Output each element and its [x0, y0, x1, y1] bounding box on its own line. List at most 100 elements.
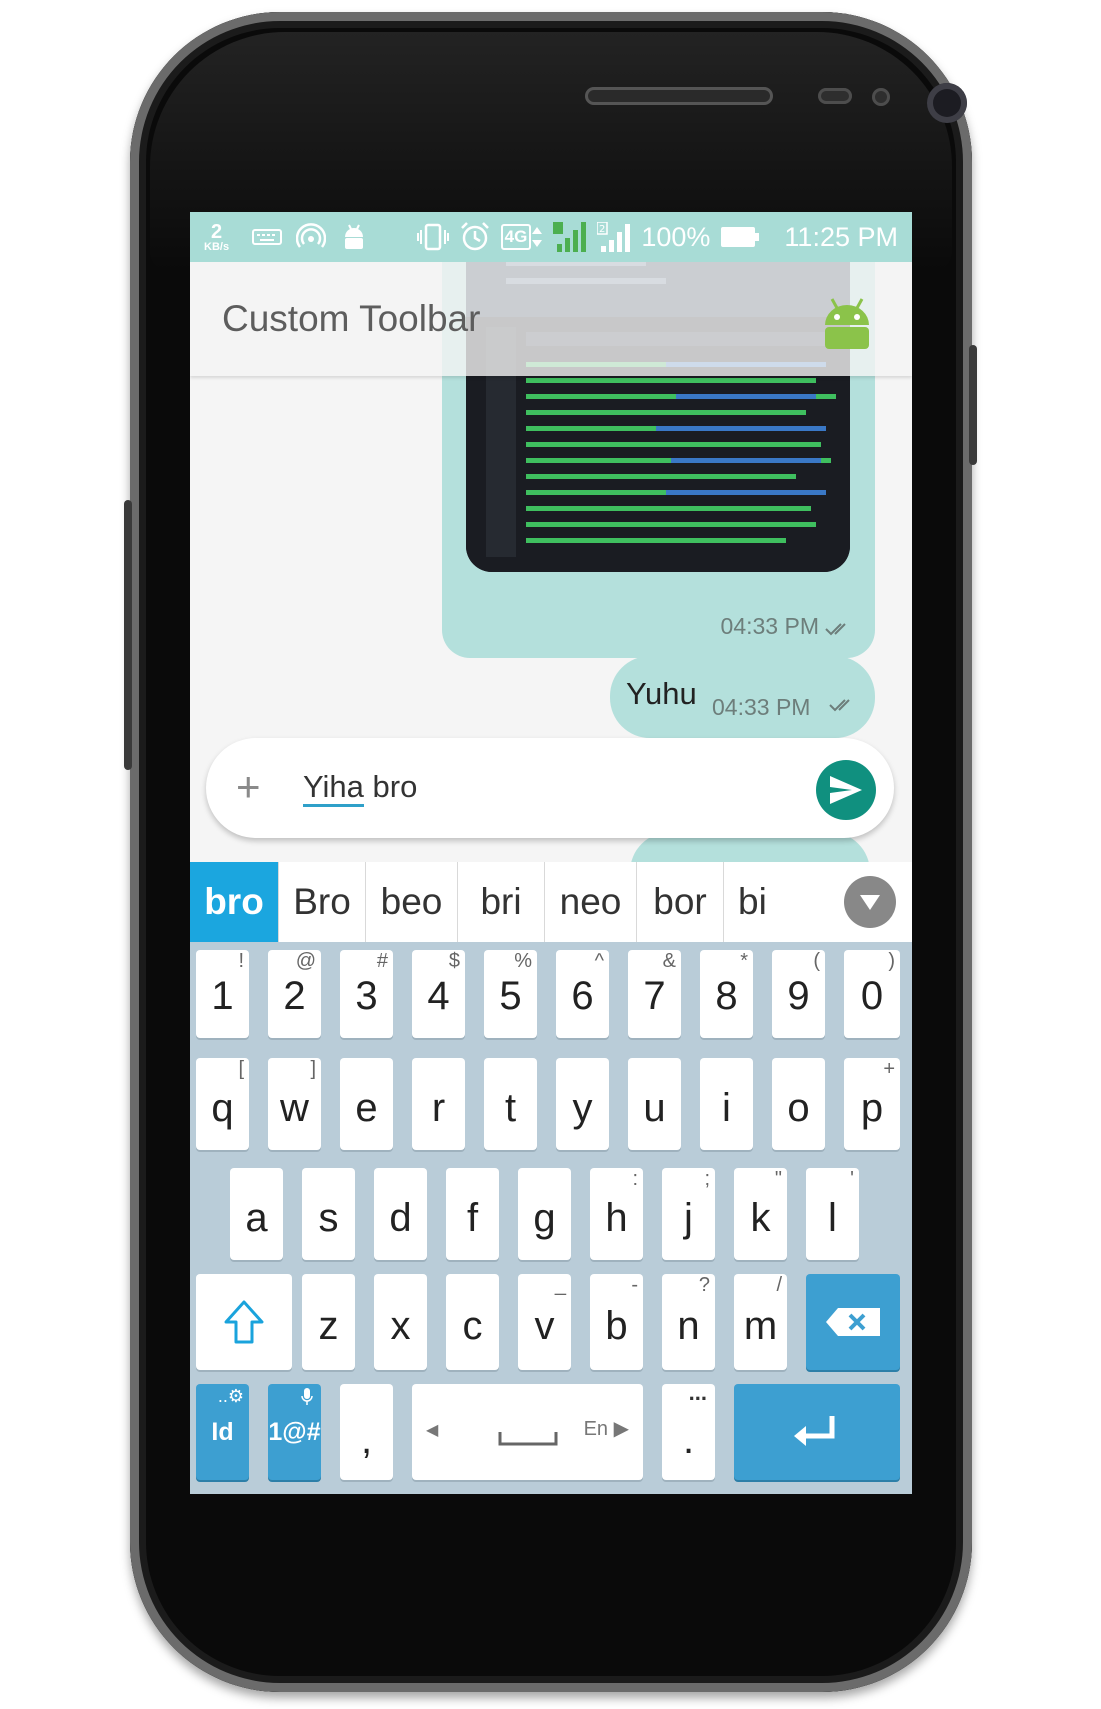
clock: 11:25 PM [784, 221, 898, 252]
key-h[interactable]: :h [590, 1168, 643, 1260]
key-8[interactable]: * 8 [700, 950, 753, 1038]
suggestion-item[interactable]: bor [637, 862, 724, 942]
key-n[interactable]: ? n [662, 1274, 715, 1370]
key-i[interactable]: i [700, 1058, 753, 1150]
language-label: En ▶ [583, 1418, 629, 1440]
light-sensor [872, 88, 890, 106]
key-1[interactable]: ! 1 [196, 950, 249, 1038]
key-t[interactable]: t [484, 1058, 537, 1150]
network-speed: 2 KB/s [204, 212, 229, 262]
signal-sim1-icon [553, 222, 587, 252]
key-z[interactable]: z [302, 1274, 355, 1370]
soft-keyboard: ! 1 @2 #3 $4 % 5 ^ 6 & 7 * 8 (9 ) 0 [q ] w e r … [190, 942, 912, 1494]
chevron-down-icon [860, 895, 880, 910]
key-f[interactable]: f [446, 1168, 499, 1260]
enter-key[interactable] [734, 1384, 900, 1480]
key-p[interactable]: + p [844, 1058, 900, 1150]
message-timestamp: 04:33 PM [720, 613, 819, 639]
suggestion-item[interactable]: beo [366, 862, 458, 942]
key-u[interactable]: u [628, 1058, 681, 1150]
symbols-key[interactable]: 1@# [268, 1384, 321, 1480]
custom-toolbar: Custom Toolbar [190, 262, 912, 376]
key-5[interactable]: % 5 [484, 950, 537, 1038]
suggestion-item[interactable]: neo [545, 862, 637, 942]
android-logo-icon[interactable] [818, 295, 876, 353]
key-y[interactable]: y [556, 1058, 609, 1150]
spacebar-icon [498, 1432, 558, 1446]
volume-button[interactable] [124, 500, 132, 770]
earpiece-speaker [585, 87, 773, 105]
shift-arrow-icon [224, 1300, 264, 1344]
key-w[interactable]: ] w [268, 1058, 321, 1150]
double-check-icon [829, 699, 850, 712]
status-bar: 2 KB/s 4G 2 100% 11:25 PM [190, 212, 912, 262]
suggestion-item[interactable]: bi [724, 862, 798, 942]
proximity-sensor [818, 88, 852, 104]
expand-suggestions-button[interactable] [844, 876, 896, 928]
key-b[interactable]: -b [590, 1274, 643, 1370]
key-e[interactable]: e [340, 1058, 393, 1150]
data-transfer-icon [532, 227, 543, 247]
period-key[interactable]: ... . [662, 1380, 715, 1480]
toolbar-title: Custom Toolbar [222, 298, 481, 339]
send-icon [830, 776, 862, 804]
key-v[interactable]: _ v [518, 1274, 571, 1370]
suggestion-item[interactable]: Bro [279, 862, 366, 942]
key-g[interactable]: g [518, 1168, 571, 1260]
backspace-icon [826, 1308, 880, 1336]
key-o[interactable]: o [772, 1058, 825, 1150]
comma-key[interactable]: , [340, 1384, 393, 1480]
key-q[interactable]: [q [196, 1058, 249, 1150]
key-m[interactable]: / m [734, 1274, 787, 1370]
suggestion-strip: bro Bro beo bri neo bor bi [190, 862, 912, 943]
vibrate-icon [416, 223, 449, 251]
shift-key[interactable] [196, 1274, 292, 1370]
network-speed-value: 2 [210, 220, 223, 243]
key-9[interactable]: (9 [772, 950, 825, 1038]
id-key[interactable]: ..⚙ Id [196, 1384, 249, 1480]
key-3[interactable]: #3 [340, 950, 393, 1038]
keyboard-icon [252, 212, 282, 262]
composing-word: Yiha [303, 769, 364, 807]
enter-icon [794, 1416, 835, 1446]
signal-sim2-icon: 2 [597, 222, 631, 252]
attach-plus-icon[interactable]: + [236, 766, 261, 808]
key-r[interactable]: r [412, 1058, 465, 1150]
key-0[interactable]: ) 0 [844, 950, 900, 1038]
space-key[interactable]: ◀ En ▶ [412, 1384, 643, 1480]
send-button[interactable] [816, 760, 876, 820]
key-l[interactable]: ' l [806, 1168, 859, 1260]
key-c[interactable]: c [446, 1274, 499, 1370]
text-message-bubble[interactable]: Yuhu 04:33 PM [610, 656, 875, 738]
key-a[interactable]: a [230, 1168, 283, 1260]
key-7[interactable]: & 7 [628, 950, 681, 1038]
network-speed-unit: KB/s [204, 240, 230, 253]
double-check-icon [825, 623, 846, 636]
power-button[interactable] [969, 345, 977, 465]
battery-icon [721, 227, 760, 247]
backspace-key[interactable] [806, 1274, 900, 1370]
message-input[interactable]: Yiha bro [303, 769, 418, 807]
suggestion-item[interactable]: bri [458, 862, 545, 942]
network-type-label: 4G [500, 224, 544, 250]
key-d[interactable]: d [374, 1168, 427, 1260]
message-timestamp: 04:33 PM [712, 694, 811, 720]
message-composer: + Yiha bro [206, 738, 894, 838]
front-camera [927, 83, 967, 123]
android-debug-icon [342, 212, 366, 262]
key-4[interactable]: $4 [412, 950, 465, 1038]
key-x[interactable]: x [374, 1274, 427, 1370]
key-j[interactable]: ; j [662, 1168, 715, 1260]
input-text-rest: bro [363, 769, 418, 804]
key-k[interactable]: " k [734, 1168, 787, 1260]
network-type: 4G [500, 224, 532, 250]
message-text: Yuhu [626, 676, 697, 711]
key-2[interactable]: @2 [268, 950, 321, 1038]
gear-dots-icon: ..⚙ [217, 1386, 244, 1406]
suggestion-item[interactable]: bro [190, 862, 279, 942]
status-right-group: 4G 2 100% 11:25 PM [416, 212, 898, 262]
key-s[interactable]: s [302, 1168, 355, 1260]
key-6[interactable]: ^ 6 [556, 950, 609, 1038]
microphone-icon [301, 1388, 313, 1405]
alarm-icon [460, 222, 489, 251]
